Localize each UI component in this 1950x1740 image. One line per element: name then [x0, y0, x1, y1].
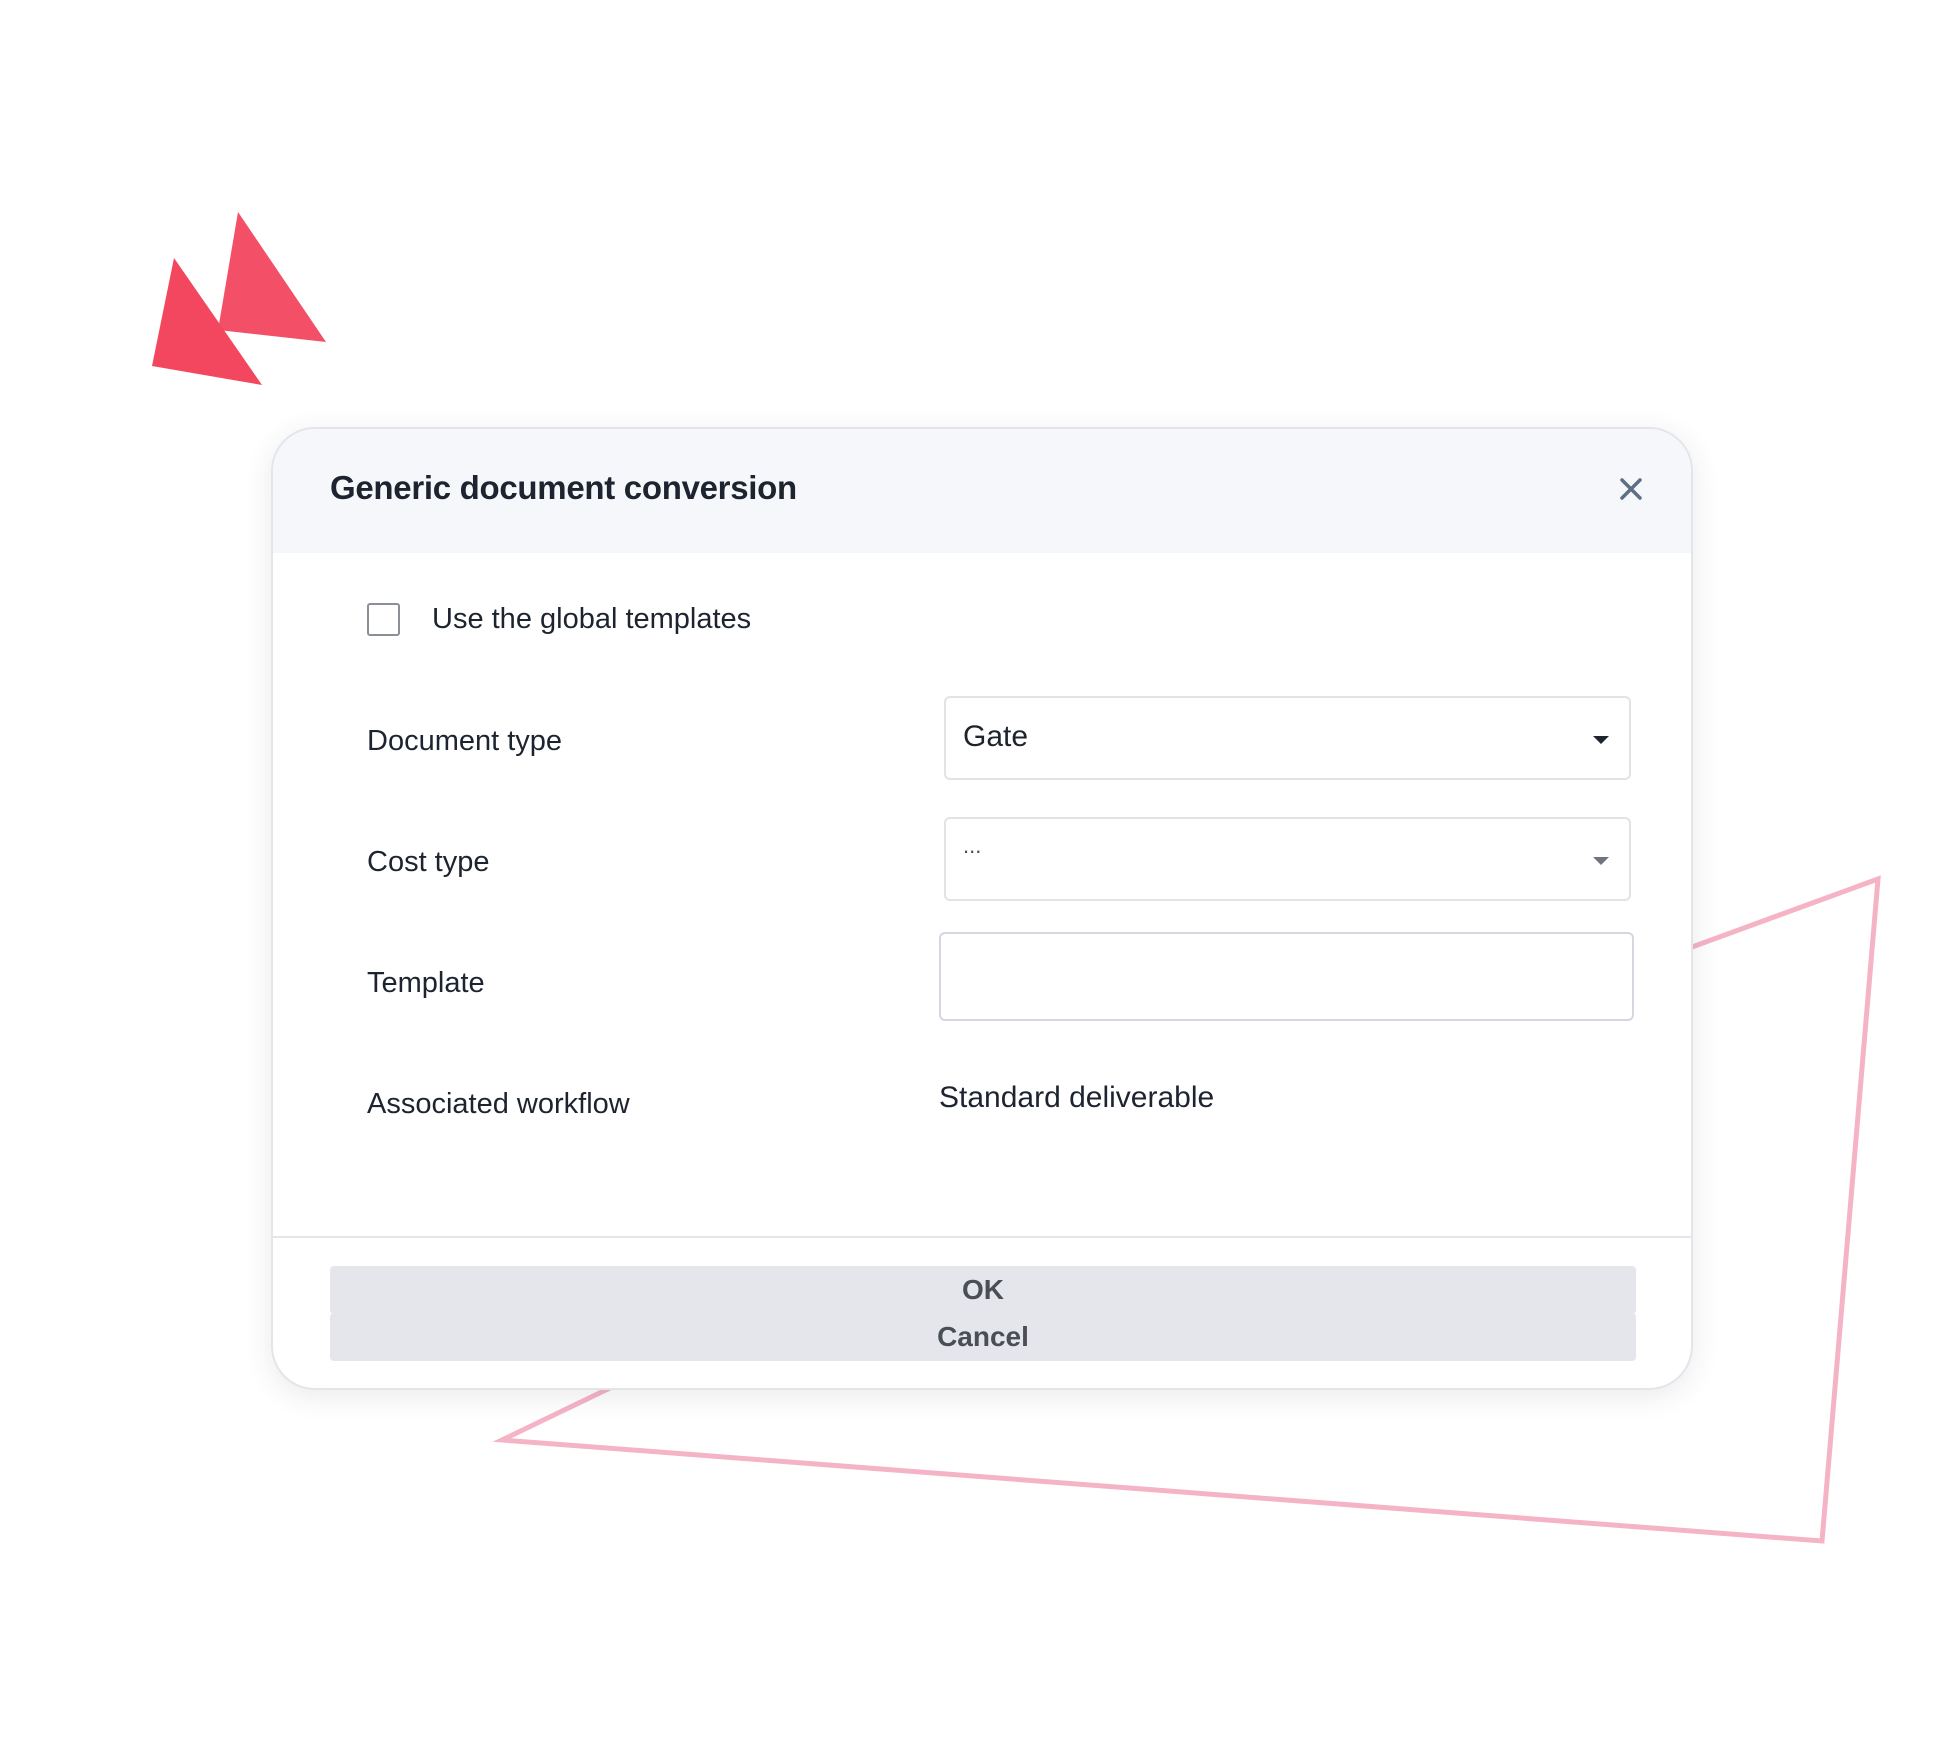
cost-type-label: Cost type [367, 846, 490, 878]
associated-workflow-label: Associated workflow [367, 1088, 630, 1120]
cost-type-select[interactable]: ... [944, 817, 1631, 901]
document-type-value: Gate [963, 720, 1029, 753]
global-templates-row: Use the global templates [367, 599, 751, 639]
cancel-button[interactable]: Cancel [330, 1313, 1636, 1361]
ok-button[interactable]: OK [330, 1266, 1636, 1314]
close-icon [1620, 478, 1642, 500]
chevron-down-icon [1593, 857, 1609, 865]
cost-type-value: ... [963, 833, 982, 858]
generic-document-conversion-dialog: Generic document conversion Use the glob… [271, 427, 1693, 1390]
document-type-select[interactable]: Gate [944, 696, 1631, 780]
associated-workflow-value: Standard deliverable [939, 1081, 1215, 1114]
use-global-templates-label: Use the global templates [432, 602, 752, 635]
chevron-down-icon [1593, 736, 1609, 744]
decor-triangle-back [218, 212, 326, 342]
use-global-templates-checkbox[interactable] [367, 602, 400, 636]
document-type-label: Document type [367, 725, 563, 757]
dialog-header: Generic document conversion [273, 429, 1691, 553]
template-label: Template [367, 967, 485, 999]
footer-divider [273, 1236, 1691, 1238]
dialog-title: Generic document conversion [330, 469, 797, 506]
template-input[interactable] [939, 932, 1634, 1021]
close-button[interactable] [1615, 473, 1647, 505]
